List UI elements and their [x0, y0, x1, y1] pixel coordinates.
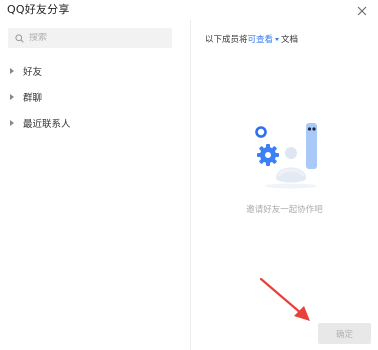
tree-item-label: 最近联系人: [23, 119, 71, 130]
expand-arrow-icon[interactable]: [10, 68, 14, 74]
contact-panel: 好友 群聊 最近联系人: [0, 18, 190, 350]
close-icon[interactable]: [356, 2, 368, 16]
chevron-down-icon[interactable]: [275, 38, 280, 41]
search-icon: [15, 33, 24, 43]
search-input[interactable]: [29, 33, 159, 43]
expand-arrow-icon[interactable]: [10, 94, 14, 100]
permission-level-dropdown[interactable]: 可查看: [248, 35, 274, 45]
annotation-arrow: [259, 277, 310, 321]
search-box[interactable]: [8, 28, 172, 48]
tree-item-friends[interactable]: 好友: [0, 58, 190, 84]
tree-item-label: 群聊: [23, 93, 43, 104]
expand-arrow-icon[interactable]: [10, 120, 14, 126]
permission-line: 以下成员将可查看 文档: [205, 33, 298, 45]
invite-collaborators-illustration: [251, 118, 329, 194]
permission-prefix: 以下成员将: [205, 35, 248, 45]
share-dialog: QQ好友分享 好友 群聊 最近联系人: [0, 0, 378, 350]
tree-item-label: 好友: [23, 67, 43, 78]
tree-item-recent[interactable]: 最近联系人: [0, 110, 190, 136]
tree-item-groups[interactable]: 群聊: [0, 84, 190, 110]
contact-tree: 好友 群聊 最近联系人: [0, 58, 190, 136]
dialog-title: QQ好友分享: [7, 3, 70, 16]
empty-state-text: 邀请好友一起协作吧: [246, 205, 323, 215]
permission-suffix: 文档: [281, 35, 299, 45]
confirm-button[interactable]: 确定: [318, 323, 371, 344]
